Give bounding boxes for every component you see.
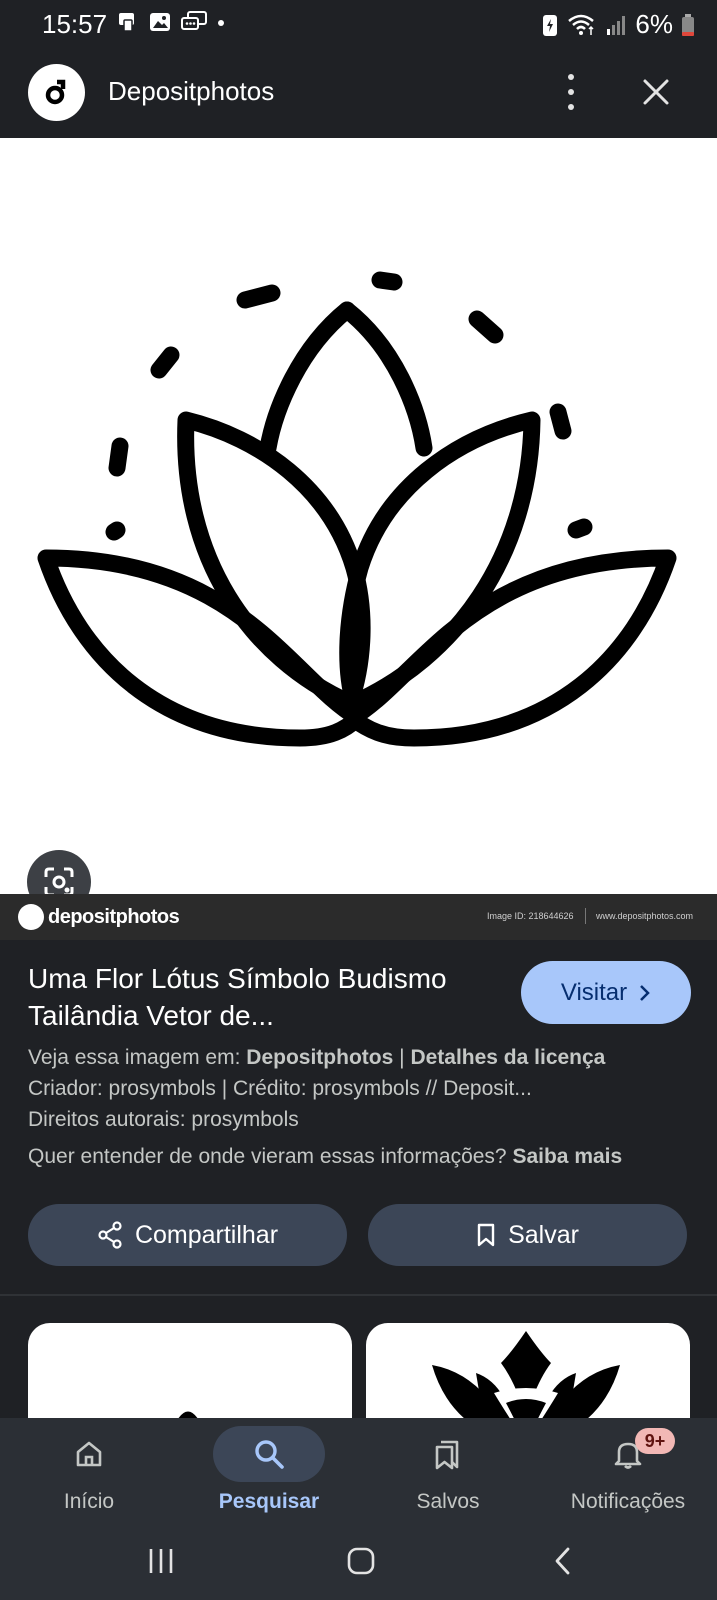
nav-item-saved[interactable]: Salvos (363, 1418, 533, 1522)
visit-button[interactable]: Visitar (521, 961, 691, 1024)
related-image-card[interactable] (28, 1323, 352, 1418)
nav-home-icon-wrap (33, 1426, 145, 1482)
share-button[interactable]: Compartilhar (28, 1204, 347, 1266)
viewer-header: Depositphotos (0, 46, 717, 138)
related-lotus-thumbnail (178, 1411, 198, 1418)
source-link[interactable]: Depositphotos (246, 1046, 393, 1069)
nav-item-notifications[interactable]: 9+ Notificações (543, 1418, 713, 1522)
battery-icon (682, 13, 694, 36)
license-details-link[interactable]: Detalhes da licença (410, 1046, 605, 1069)
source-prefix: Veja essa imagem em: (28, 1046, 241, 1069)
more-notifications-dot-icon (218, 20, 224, 26)
battery-percent: 6% (635, 9, 673, 39)
status-notification-icons (116, 10, 226, 34)
image-info-panel: Uma Flor Lótus Símbolo Budismo Tailândia… (0, 940, 717, 1296)
messages-icon (181, 11, 207, 30)
search-icon (255, 1440, 284, 1469)
main-image[interactable] (0, 138, 717, 894)
save-label: Salvar (508, 1220, 579, 1249)
site-logo[interactable] (28, 64, 85, 121)
nav-home-label: Início (63, 1490, 115, 1513)
share-label: Compartilhar (134, 1220, 279, 1249)
footer-logo-text: depositphotos (48, 906, 180, 928)
site-title[interactable]: Depositphotos (108, 76, 274, 107)
related-image-card[interactable] (366, 1323, 690, 1418)
learn-more-link[interactable]: Saiba mais (512, 1145, 622, 1168)
visit-label: Visitar (560, 978, 628, 1006)
back-icon[interactable] (548, 1546, 578, 1576)
nav-search-icon-wrap (213, 1426, 325, 1482)
nav-item-home[interactable]: Início (4, 1418, 174, 1522)
close-icon[interactable] (638, 74, 674, 110)
home-icon (76, 1441, 102, 1467)
image-id: Image ID: 218644626 (487, 911, 574, 921)
nav-saved-label: Salvos (416, 1490, 480, 1513)
footer-divider (585, 908, 586, 924)
bottom-navigation: Início Pesquisar Salvos 9+ Notificações (0, 1418, 717, 1522)
image-watermark-footer: depositphotos Image ID: 218644626 www.de… (0, 894, 717, 940)
wifi-icon (568, 14, 595, 35)
collections-icon (435, 1440, 459, 1470)
source-line: Veja essa imagem em: Depositphotos | Det… (28, 1046, 605, 1070)
nav-saved-icon-wrap (392, 1426, 504, 1482)
source-separator: | (399, 1046, 405, 1069)
lotus-illustration (37, 271, 677, 747)
chevron-right-icon (640, 984, 650, 1001)
bookmark-icon (477, 1223, 495, 1247)
image-site-url: www.depositphotos.com (596, 911, 694, 921)
battery-saver-icon (543, 14, 558, 36)
learn-more-prefix: Quer entender de onde vieram essas infor… (28, 1145, 507, 1168)
more-vert-dot (568, 89, 574, 95)
depositphotos-logo-icon (45, 79, 65, 104)
nav-item-search[interactable]: Pesquisar (184, 1418, 354, 1522)
home-button-icon[interactable] (346, 1546, 376, 1576)
creator-line: Criador: prosymbols | Crédito: prosymbol… (28, 1077, 532, 1100)
share-icon (98, 1221, 122, 1249)
status-system-icons: 6% (541, 9, 695, 40)
nav-notifications-label: Notificações (570, 1490, 686, 1513)
notification-app-icon (119, 13, 134, 32)
nav-search-label: Pesquisar (218, 1490, 320, 1513)
more-vert-dot (568, 104, 574, 110)
recent-apps-icon[interactable] (146, 1546, 176, 1576)
status-bar: 15:57 6% (0, 0, 717, 46)
system-navigation-bar (0, 1522, 717, 1600)
save-button[interactable]: Salvar (368, 1204, 687, 1266)
notification-badge: 9+ (635, 1428, 675, 1454)
gallery-icon (150, 13, 170, 31)
learn-more-line: Quer entender de onde vieram essas infor… (28, 1145, 622, 1169)
image-title[interactable]: Uma Flor Lótus Símbolo Budismo Tailândia… (28, 960, 498, 1034)
status-time: 15:57 (42, 9, 108, 39)
signal-icon (607, 15, 626, 35)
more-options-button[interactable] (556, 74, 586, 110)
copyright-line: Direitos autorais: prosymbols (28, 1108, 299, 1131)
more-vert-icon (568, 74, 574, 80)
depositphotos-footer-logo-icon (18, 904, 44, 930)
related-lotus-thumbnail (432, 1331, 620, 1418)
related-images (0, 1296, 717, 1418)
